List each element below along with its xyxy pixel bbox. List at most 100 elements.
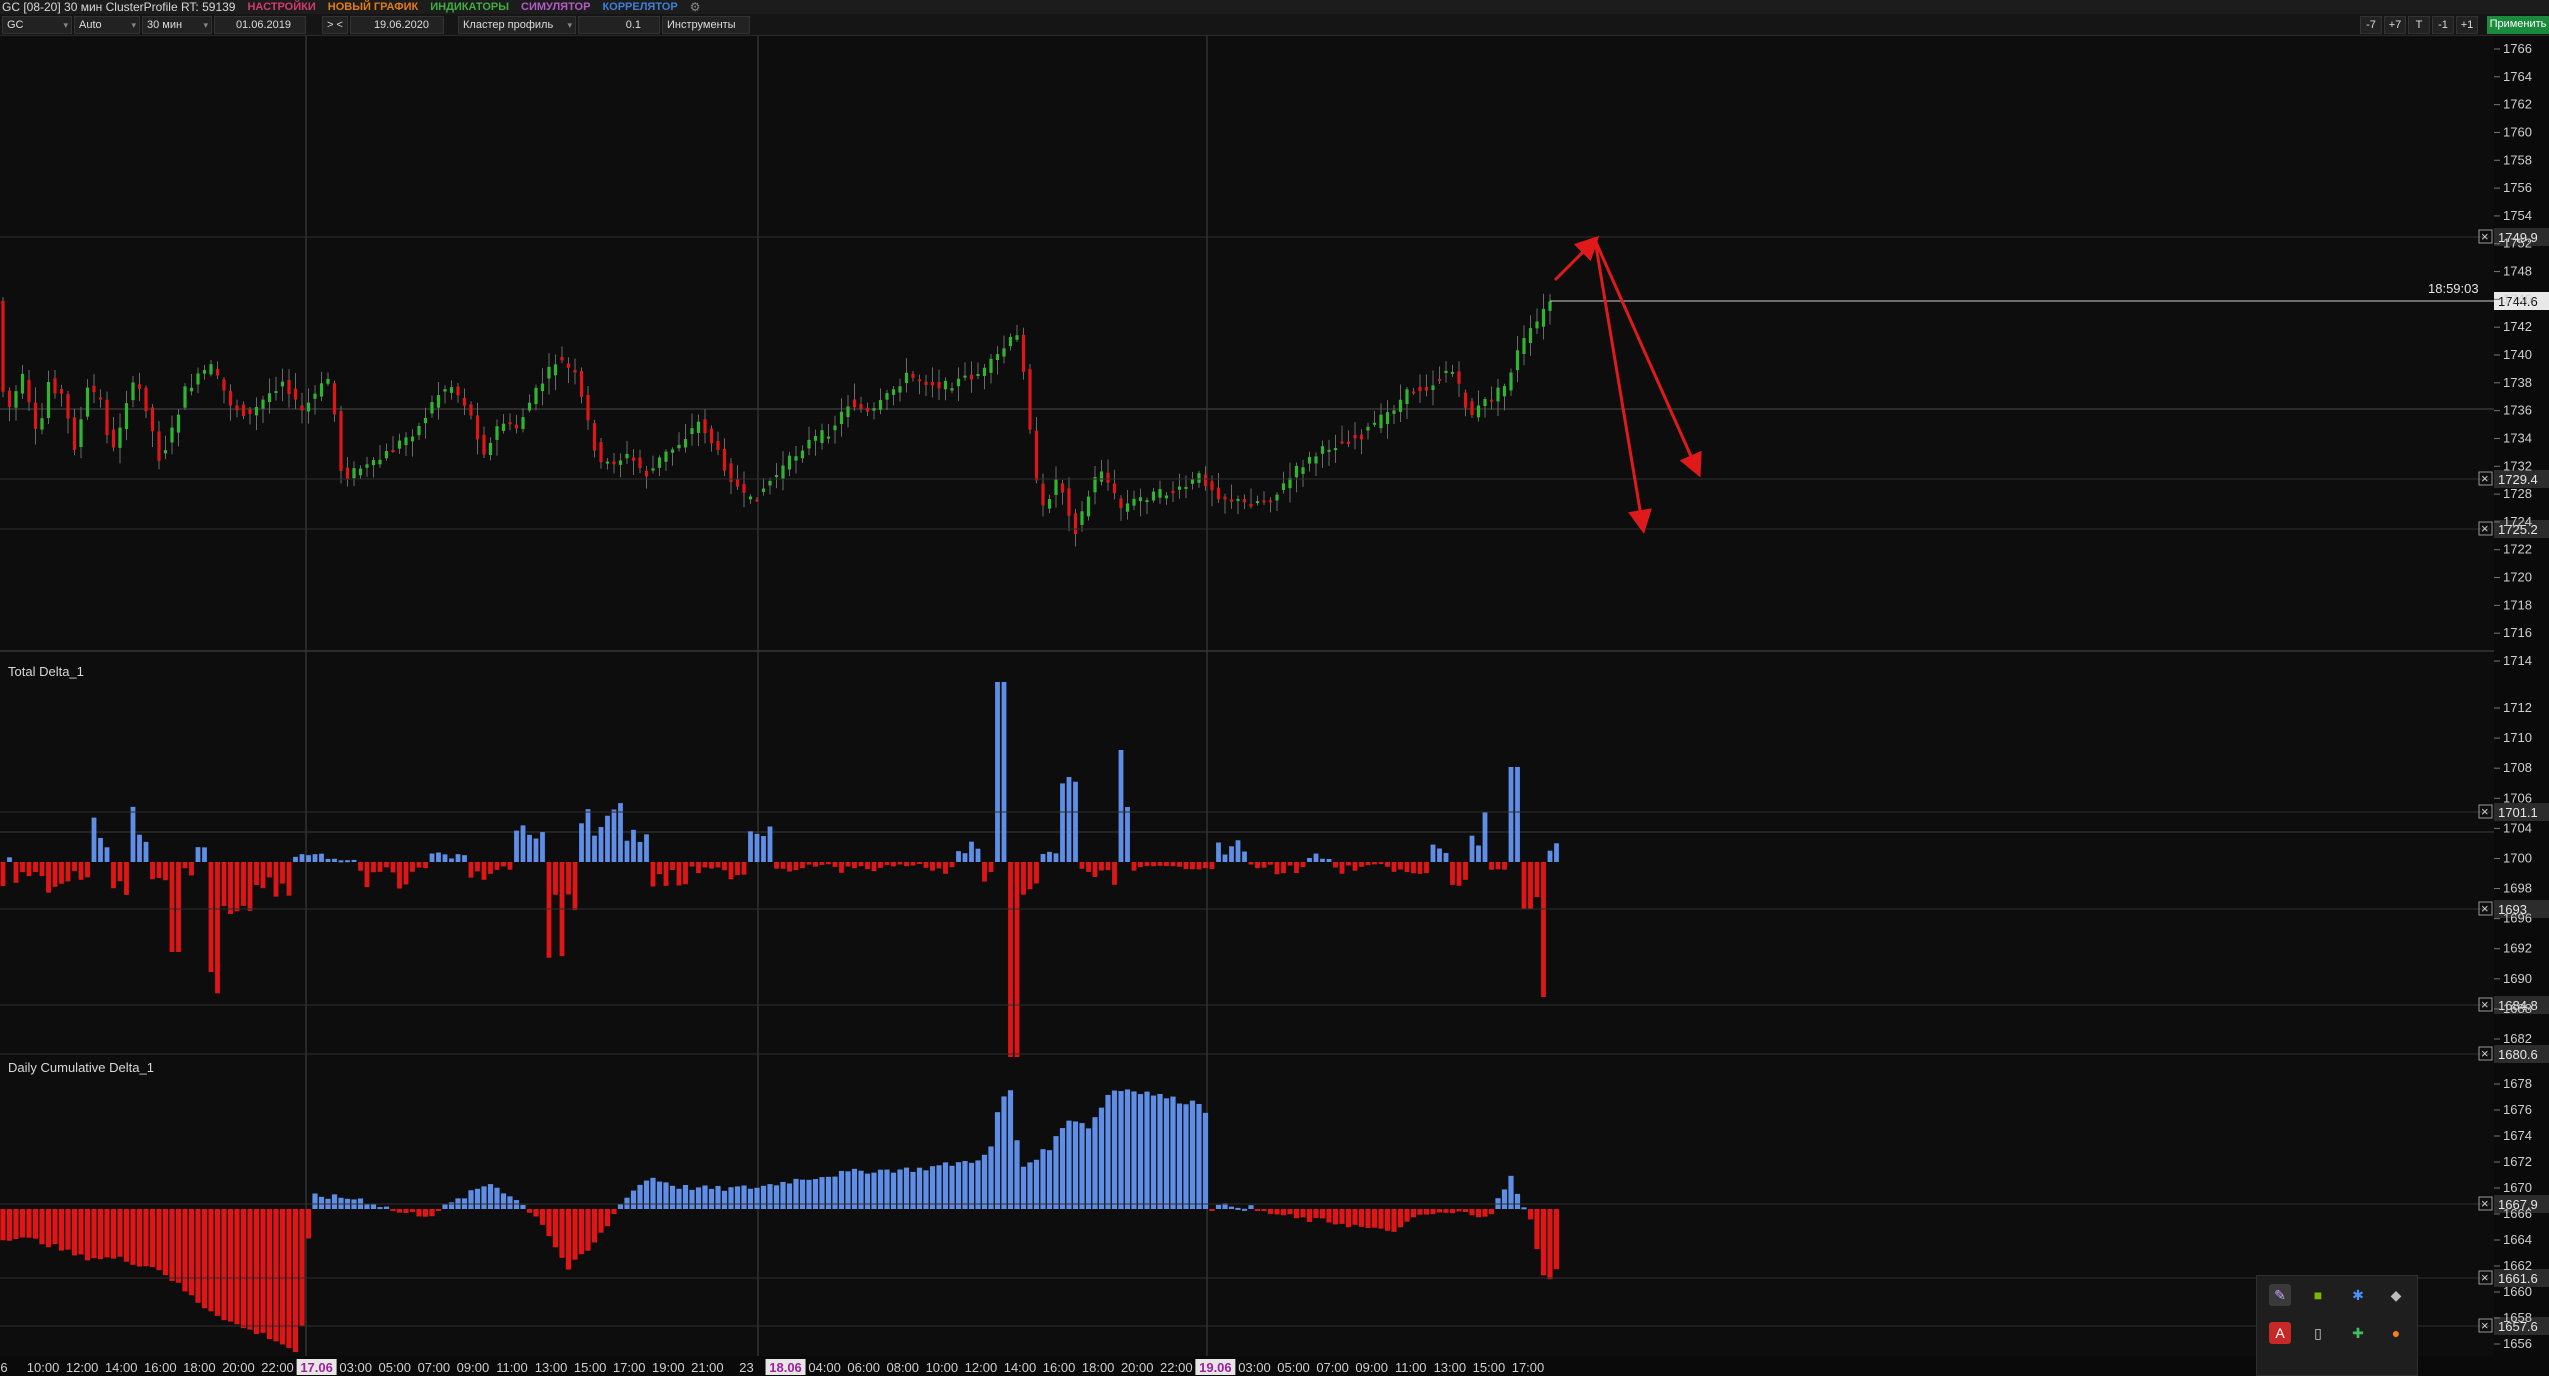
nav-prev-next[interactable]: > < [322,16,348,34]
cumulative-delta-bar [123,1209,130,1262]
minus7-button[interactable]: -7 [2360,16,2382,34]
candle-body [267,393,272,403]
candle-body [345,467,350,480]
cumulative-delta-bar [1430,1209,1436,1215]
system-tray-popup: ✎ ■ ✱ ◆ A ▯ ✚ ● [2256,1275,2418,1376]
time-label: 07:00 [418,1360,451,1375]
cumulative-delta-bar [1215,1204,1222,1209]
fire-icon[interactable]: ● [2385,1322,2407,1344]
profile-type-select[interactable]: Кластер профиль [458,16,576,34]
total-delta-bar [735,862,740,876]
delta-tick-label: 1712 [2503,700,2532,715]
feather-icon[interactable]: ✎ [2269,1284,2291,1306]
cumulative-delta-bar [416,1209,422,1217]
cumulative-delta-bar [1157,1093,1163,1209]
total-delta-bar [442,854,448,862]
usb-icon[interactable]: ▯ [2307,1322,2329,1344]
candle-body [248,409,252,415]
cumulative-delta-bar [1228,1206,1235,1209]
chart-area[interactable]: × 1749.9× 1729.4× 1725.2× 1701.1× 1693× 1684.8… [0,36,2549,1376]
candle-body [1151,491,1156,501]
candle-body [1249,503,1253,507]
candle-body [339,411,343,472]
nvidia-icon[interactable]: ■ [2307,1284,2329,1306]
menu-indicators[interactable]: ИНДИКАТОРЫ [430,0,509,14]
total-delta-bar [1378,862,1384,865]
total-delta-bar [793,862,799,871]
level-close-glyph: × [2481,1196,2489,1211]
cumulative-delta-bar [1469,1209,1475,1216]
diamond-icon[interactable]: ◆ [2385,1284,2407,1306]
time-label: 05:00 [1277,1360,1310,1375]
total-delta-bar [1456,862,1462,886]
candle-body [352,468,356,479]
menu-simulator[interactable]: СИМУЛЯТОР [521,0,590,14]
symbol-select[interactable]: GC [2,16,72,34]
date-to-field[interactable]: 19.06.2020 [350,16,444,34]
scale-mode-select[interactable]: Auto [74,16,140,34]
time-label: 10:00 [926,1360,959,1375]
total-delta-bar [1261,862,1267,868]
total-delta-bar [1365,862,1371,866]
candle-body [235,405,239,411]
plus7-button[interactable]: +7 [2384,16,2406,34]
total-delta-bar [156,862,162,878]
menu-settings[interactable]: НАСТРОЙКИ [247,0,315,14]
total-delta-bar [1222,854,1228,862]
candle-body [924,381,928,385]
time-label: 18:00 [183,1360,216,1375]
cumulative-delta-bar [143,1209,149,1267]
bluetooth-icon[interactable]: ✱ [2347,1284,2369,1306]
level-close-glyph: × [2481,521,2489,536]
total-delta-bar [761,836,766,862]
candle-body [1301,467,1305,474]
candle-body [1171,490,1175,494]
cumulative-delta-bar [916,1167,923,1209]
total-delta-bar [1398,862,1403,870]
total-delta-bar [1320,858,1325,862]
tools-button[interactable]: Инструменты [662,16,750,34]
candle-body [300,405,304,411]
cumulative-delta-bar [221,1209,227,1321]
apply-button[interactable]: Применить [2487,16,2549,34]
step-stepper[interactable]: 0.1 [578,16,660,34]
cumulative-delta-bar [910,1171,916,1209]
cumulative-delta-bar [234,1209,240,1325]
total-delta-bar [371,862,376,873]
total-delta-bar [683,862,688,885]
total-delta-bar [1118,750,1124,862]
cumulative-delta-bar [1462,1209,1469,1212]
candle-body [1353,434,1357,439]
timeframe-select[interactable]: 30 мин [142,16,212,34]
cumulative-delta-bar [799,1179,806,1209]
total-delta-bar [1242,851,1247,862]
candle-body [930,382,935,386]
menu-correlator[interactable]: КОРРЕЛЯТОР [602,0,677,14]
gear-icon[interactable]: ⚙ [690,0,701,14]
candle-body [170,427,174,443]
cumulative-delta-bar [65,1209,71,1250]
candle-body [176,414,181,433]
total-delta-bar [995,682,1000,862]
candle-body [163,450,168,454]
total-delta-bar [137,834,142,862]
cumulative-delta-bar [1397,1209,1404,1228]
cumulative-delta-bar [520,1204,526,1209]
total-delta-bar [1229,846,1234,862]
candle-body [1463,392,1468,408]
cumulative-delta-bar [1313,1209,1319,1218]
candle-body [1073,513,1078,534]
today-button[interactable]: T [2408,16,2430,34]
acrobat-icon[interactable]: A [2269,1322,2291,1344]
candle-body [313,393,317,399]
date-from-field[interactable]: 01.06.2019 [214,16,306,34]
total-delta-bar [403,862,409,885]
xbox-icon[interactable]: ✚ [2347,1322,2369,1344]
price-tick-label: 1736 [2503,403,2532,418]
plus1-button[interactable]: +1 [2456,16,2478,34]
minus1-button[interactable]: -1 [2432,16,2454,34]
menu-new-chart[interactable]: НОВЫЙ ГРАФИК [328,0,418,14]
candle-body [72,417,77,450]
candle-body [20,373,25,394]
cumulative-delta-bar [728,1187,734,1209]
